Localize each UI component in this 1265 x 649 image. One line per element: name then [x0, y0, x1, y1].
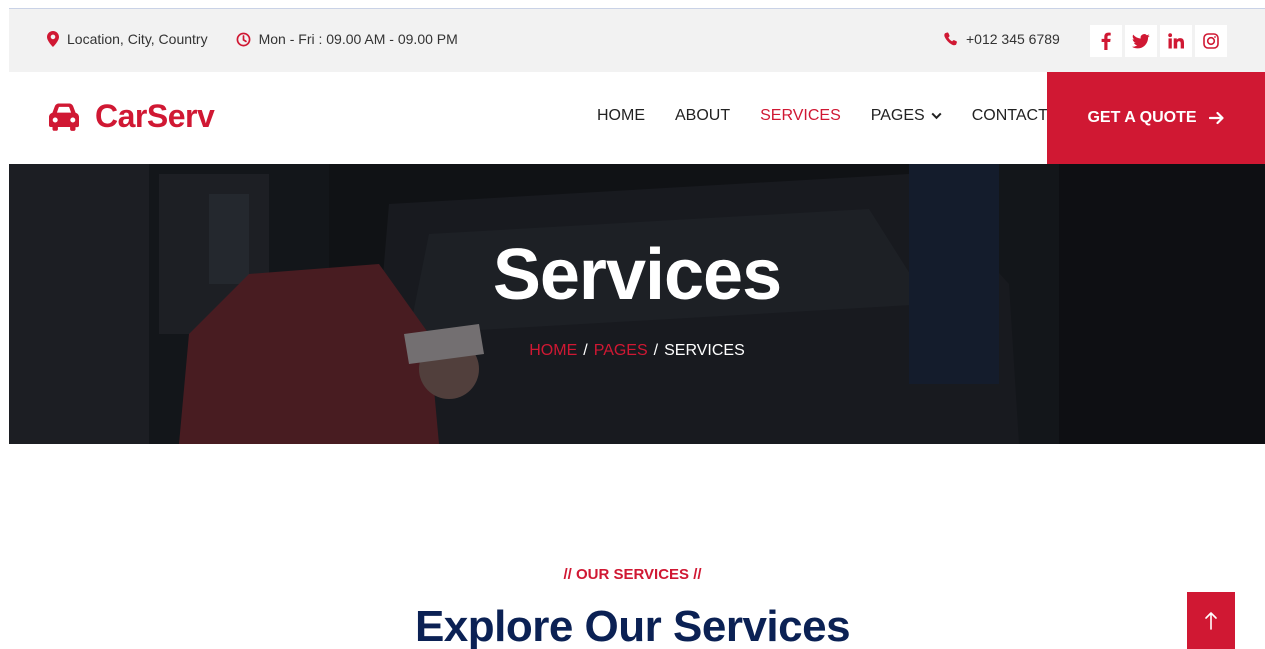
breadcrumb: HOME / PAGES / SERVICES [9, 342, 1265, 360]
brand-logo[interactable]: CarServ [47, 98, 215, 135]
instagram-icon[interactable] [1195, 25, 1227, 57]
twitter-icon[interactable] [1125, 25, 1157, 57]
arrow-up-icon [1205, 611, 1217, 630]
clock-icon [236, 32, 251, 46]
get-quote-label: GET A QUOTE [1087, 109, 1197, 126]
navbar: CarServ HOME ABOUT SERVICES PAGES CONTAC… [9, 72, 1265, 164]
breadcrumb-home[interactable]: HOME [529, 342, 577, 359]
nav-about[interactable]: ABOUT [675, 107, 730, 125]
topbar: Location, City, Country Mon - Fri : 09.0… [9, 8, 1265, 72]
breadcrumb-separator: / [653, 342, 659, 359]
page-title: Services [492, 235, 782, 315]
section-kicker: // OUR SERVICES // [563, 566, 702, 583]
back-to-top-button[interactable] [1187, 592, 1235, 649]
phone-text: +012 345 6789 [966, 31, 1060, 47]
hours-text: Mon - Fri : 09.00 AM - 09.00 PM [258, 31, 458, 47]
nav-pages-label: PAGES [870, 107, 925, 124]
nav-home[interactable]: HOME [597, 107, 645, 125]
page-header-hero: Services HOME / PAGES / SERVICES [9, 164, 1265, 444]
nav-pages[interactable]: PAGES [871, 107, 942, 125]
location-info: Location, City, Country [47, 31, 208, 47]
linkedin-icon[interactable] [1160, 25, 1192, 57]
phone-info[interactable]: +012 345 6789 [944, 31, 1060, 47]
phone-icon [944, 32, 957, 46]
location-text: Location, City, Country [67, 31, 208, 47]
chevron-down-icon [931, 112, 942, 120]
brand-name: CarServ [95, 98, 215, 134]
get-quote-button[interactable]: GET A QUOTE [1047, 72, 1265, 164]
car-icon [49, 103, 79, 131]
social-links [1090, 25, 1230, 57]
topbar-info: Location, City, Country Mon - Fri : 09.0… [47, 31, 486, 47]
section-title: Explore Our Services [414, 602, 851, 649]
arrow-right-icon [1208, 111, 1224, 125]
breadcrumb-current: SERVICES [664, 342, 745, 359]
main-menu: HOME ABOUT SERVICES PAGES CONTACT [597, 107, 1078, 125]
breadcrumb-pages[interactable]: PAGES [594, 342, 648, 359]
map-marker-icon [47, 31, 59, 47]
nav-services[interactable]: SERVICES [760, 107, 841, 125]
nav-contact[interactable]: CONTACT [972, 107, 1048, 125]
hours-info: Mon - Fri : 09.00 AM - 09.00 PM [236, 31, 458, 47]
facebook-icon[interactable] [1090, 25, 1122, 57]
breadcrumb-separator: / [583, 342, 588, 359]
